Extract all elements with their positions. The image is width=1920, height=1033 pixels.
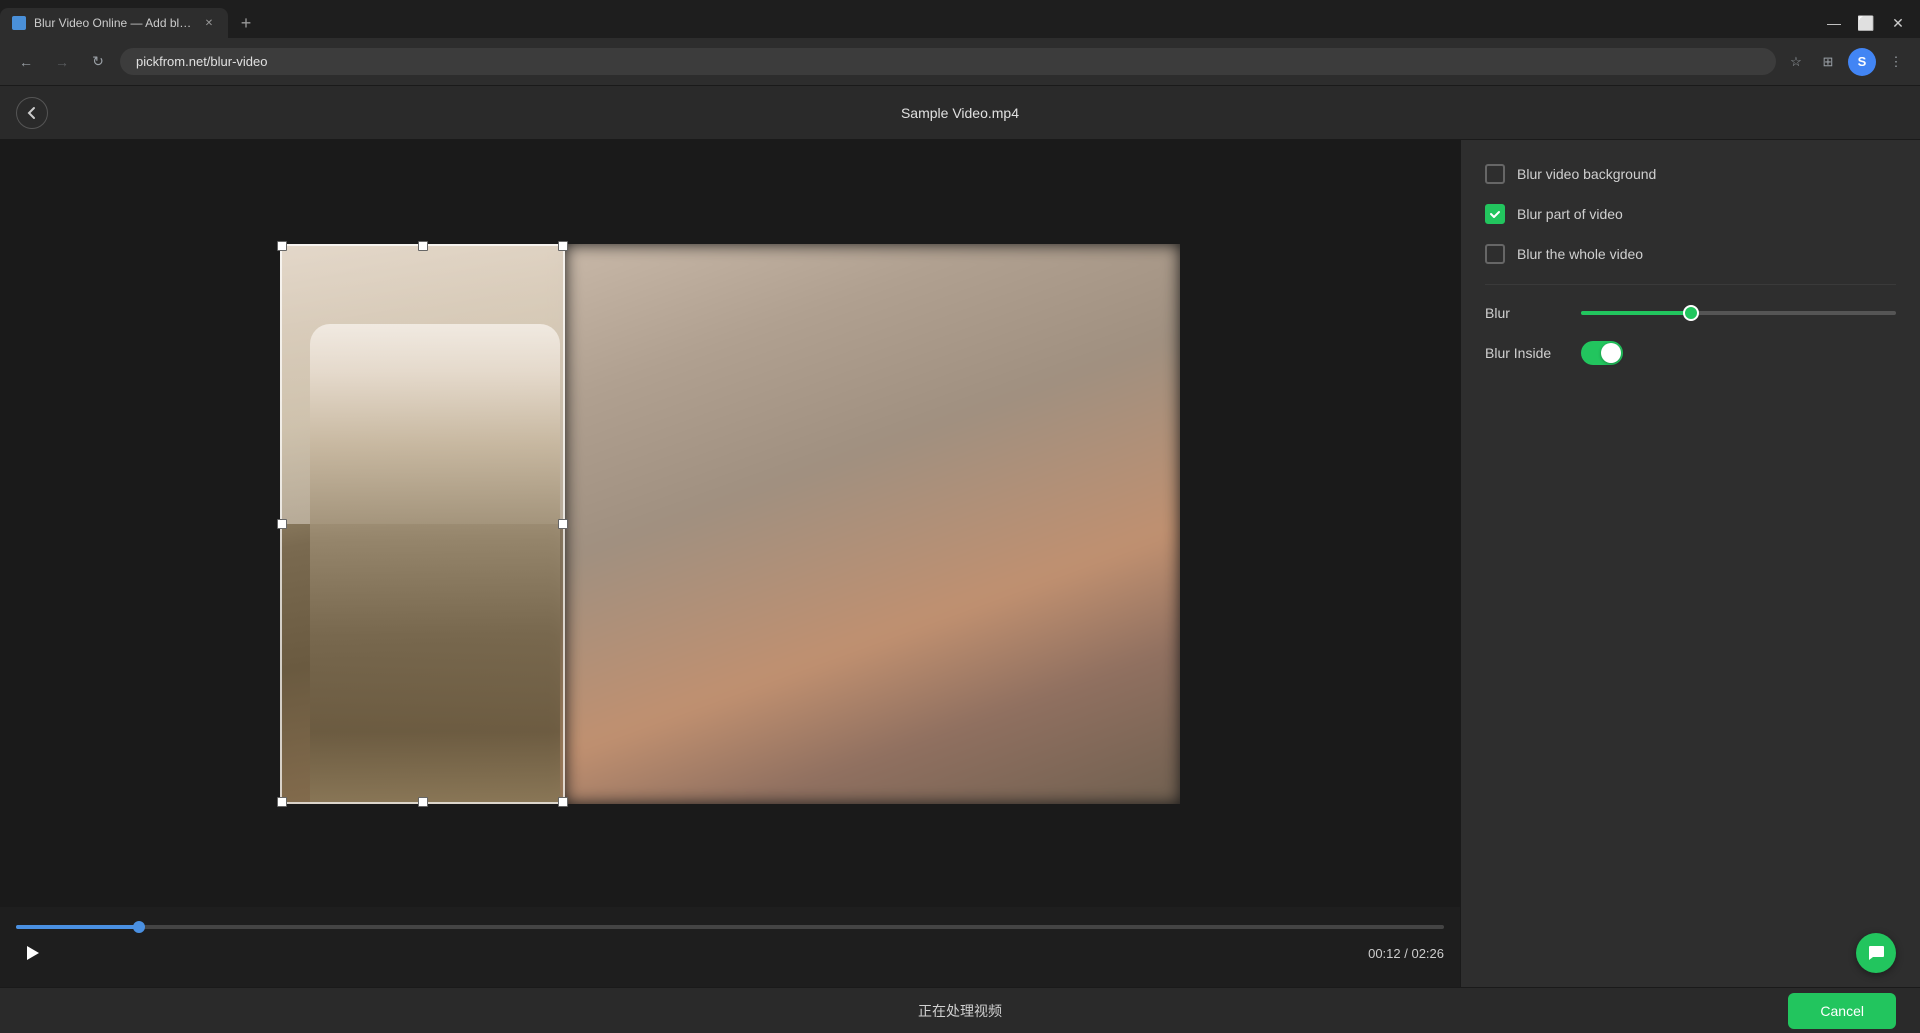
option-blur-whole: Blur the whole video <box>1485 244 1896 264</box>
handle-bot-right[interactable] <box>558 797 568 807</box>
controls-row: 00:12 / 02:26 <box>16 937 1444 969</box>
maximize-button[interactable]: ⬜ <box>1852 9 1880 37</box>
address-bar: ← → ↻ ☆ ⊞ S ⋮ <box>0 38 1920 86</box>
video-frame <box>280 244 1180 804</box>
bottom-bar: 正在处理视频 Cancel <box>0 987 1920 1033</box>
video-blurred-region <box>565 244 1180 804</box>
blur-slider-fill <box>1581 311 1691 315</box>
checkbox-blur-part-label: Blur part of video <box>1517 206 1623 222</box>
blur-inside-toggle[interactable] <box>1581 341 1623 365</box>
checkmark-icon <box>1489 208 1501 220</box>
reload-button[interactable]: ↻ <box>84 48 112 76</box>
option-blur-part: Blur part of video <box>1485 204 1896 224</box>
browser-chrome: Blur Video Online — Add blur e... ✕ + — … <box>0 0 1920 86</box>
handle-top-mid[interactable] <box>418 241 428 251</box>
handle-bot-left[interactable] <box>277 797 287 807</box>
back-button[interactable] <box>16 97 48 129</box>
handle-top-left[interactable] <box>277 241 287 251</box>
sidebar: Blur video background Blur part of video… <box>1460 140 1920 987</box>
bookmark-icon[interactable]: ☆ <box>1784 50 1808 74</box>
handle-top-right[interactable] <box>558 241 568 251</box>
divider <box>1485 284 1896 285</box>
url-input[interactable] <box>120 48 1776 75</box>
play-icon <box>22 943 42 963</box>
progress-fill <box>16 925 139 929</box>
blur-slider-track[interactable] <box>1581 311 1896 315</box>
blur-slider-label: Blur <box>1485 305 1565 321</box>
new-tab-button[interactable]: + <box>232 9 260 37</box>
minimize-button[interactable]: — <box>1820 9 1848 37</box>
profile-extensions-icon[interactable]: ⊞ <box>1816 50 1840 74</box>
checkbox-blur-background[interactable] <box>1485 164 1505 184</box>
status-text: 正在处理视频 <box>648 1001 1272 1021</box>
handle-mid-left[interactable] <box>277 519 287 529</box>
checkbox-blur-part[interactable] <box>1485 204 1505 224</box>
back-button[interactable]: ← <box>12 48 40 76</box>
active-tab[interactable]: Blur Video Online — Add blur e... ✕ <box>0 8 228 38</box>
chat-icon <box>1866 943 1886 963</box>
tab-favicon <box>12 16 26 30</box>
user-profile-icon[interactable]: S <box>1848 48 1876 76</box>
handle-mid-right[interactable] <box>558 519 568 529</box>
time-display: 00:12 / 02:26 <box>1368 946 1444 961</box>
progress-bar[interactable] <box>16 925 1444 929</box>
settings-icon[interactable]: ⋮ <box>1884 50 1908 74</box>
blur-inside-row: Blur Inside <box>1485 341 1896 365</box>
app-header: Sample Video.mp4 <box>0 86 1920 140</box>
app-body: 00:12 / 02:26 Blur video background Blur… <box>0 140 1920 987</box>
chat-button[interactable] <box>1856 933 1896 973</box>
app-title: Sample Video.mp4 <box>901 105 1019 121</box>
video-area: 00:12 / 02:26 <box>0 140 1460 987</box>
checkbox-blur-background-label: Blur video background <box>1517 166 1656 182</box>
toggle-knob <box>1601 343 1621 363</box>
close-button[interactable]: ✕ <box>1884 9 1912 37</box>
tab-close-icon[interactable]: ✕ <box>202 16 216 30</box>
blur-inside-label: Blur Inside <box>1485 345 1565 361</box>
blur-slider-row: Blur <box>1485 305 1896 321</box>
tab-title: Blur Video Online — Add blur e... <box>34 16 194 30</box>
cancel-button[interactable]: Cancel <box>1788 993 1896 1029</box>
forward-button: → <box>48 48 76 76</box>
play-button[interactable] <box>16 937 48 969</box>
checkbox-blur-whole-label: Blur the whole video <box>1517 246 1643 262</box>
option-blur-background: Blur video background <box>1485 164 1896 184</box>
video-controls: 00:12 / 02:26 <box>0 907 1460 987</box>
checkbox-blur-whole[interactable] <box>1485 244 1505 264</box>
blur-slider-thumb[interactable] <box>1683 305 1699 321</box>
tab-bar: Blur Video Online — Add blur e... ✕ + — … <box>0 0 1920 38</box>
progress-thumb[interactable] <box>133 921 145 933</box>
back-arrow-icon <box>24 105 40 121</box>
video-container <box>0 140 1460 907</box>
blur-selection-rect[interactable] <box>280 244 565 804</box>
handle-bot-mid[interactable] <box>418 797 428 807</box>
